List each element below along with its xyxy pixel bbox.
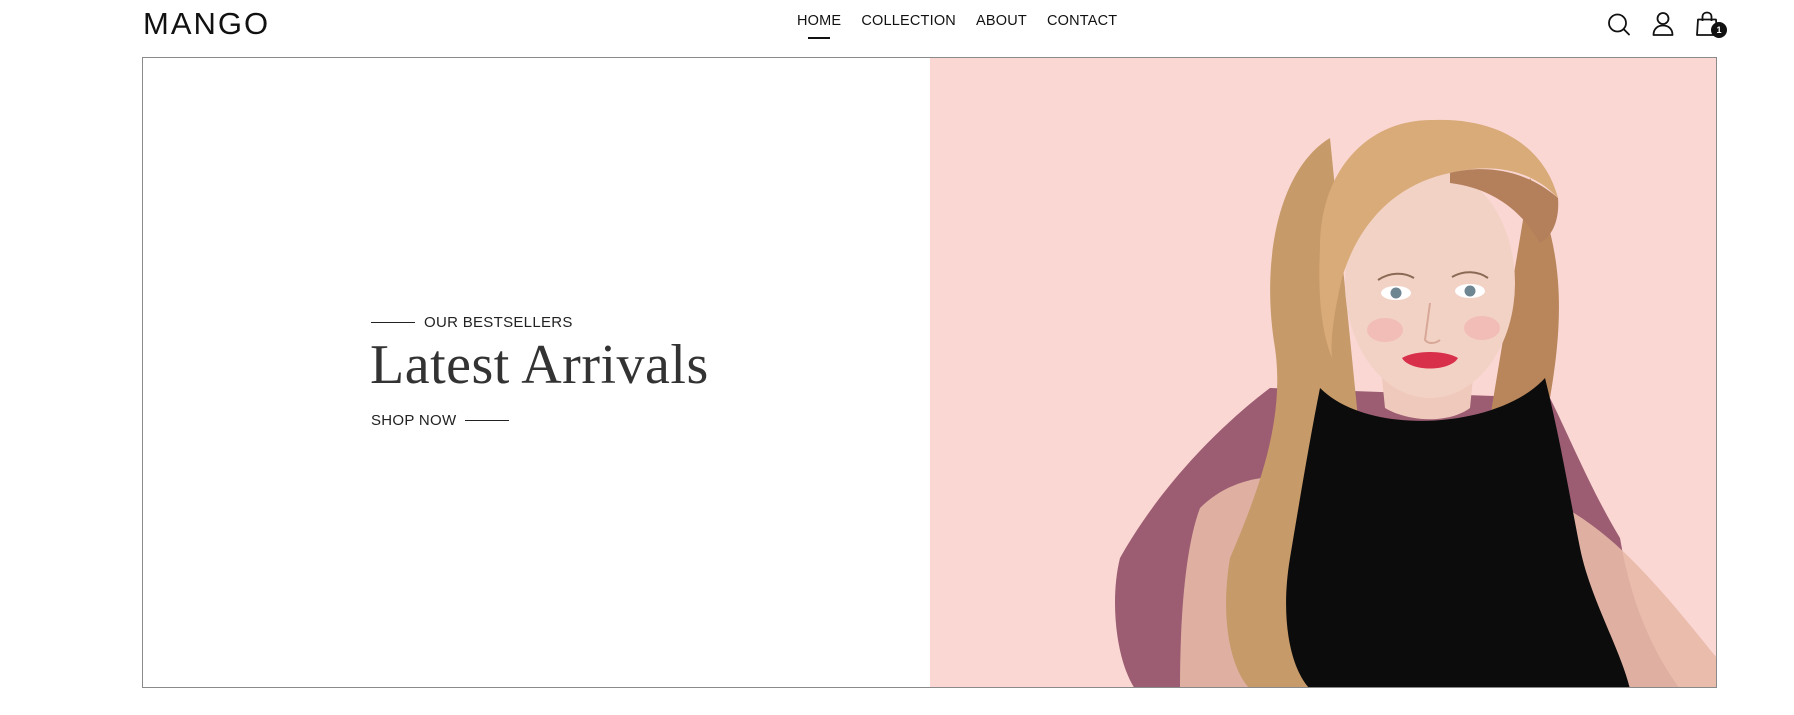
cart-count-badge: 1 bbox=[1711, 22, 1727, 38]
shopping-bag-icon[interactable]: 1 bbox=[1694, 10, 1727, 38]
search-icon[interactable] bbox=[1606, 10, 1632, 38]
hero-banner: OUR BESTSELLERS Latest Arrivals SHOP NOW bbox=[142, 57, 1717, 688]
shop-now-label[interactable]: SHOP NOW bbox=[371, 412, 456, 429]
header-icons: 1 bbox=[1606, 10, 1738, 38]
nav-item-home[interactable]: HOME bbox=[797, 11, 841, 31]
main-nav: HOME COLLECTION ABOUT CONTACT bbox=[797, 11, 1137, 31]
brand-logo[interactable]: MANGO bbox=[143, 6, 270, 42]
hero-headline: Latest Arrivals bbox=[370, 334, 709, 396]
hero-text-panel: OUR BESTSELLERS Latest Arrivals SHOP NOW bbox=[143, 58, 930, 687]
site-header: MANGO HOME COLLECTION ABOUT CONTACT 1 bbox=[0, 0, 1794, 57]
nav-item-about[interactable]: ABOUT bbox=[976, 11, 1027, 31]
eyebrow-text: OUR BESTSELLERS bbox=[424, 314, 573, 331]
cta-rule bbox=[465, 419, 510, 422]
model-illustration bbox=[1115, 119, 1716, 687]
shop-now-link[interactable]: SHOP NOW bbox=[371, 412, 510, 429]
hero-eyebrow: OUR BESTSELLERS bbox=[371, 314, 573, 331]
nav-item-collection[interactable]: COLLECTION bbox=[861, 11, 956, 31]
nav-item-contact[interactable]: CONTACT bbox=[1047, 11, 1117, 31]
eyebrow-rule bbox=[371, 321, 415, 324]
user-icon[interactable] bbox=[1650, 10, 1676, 38]
hero-image bbox=[930, 58, 1716, 687]
